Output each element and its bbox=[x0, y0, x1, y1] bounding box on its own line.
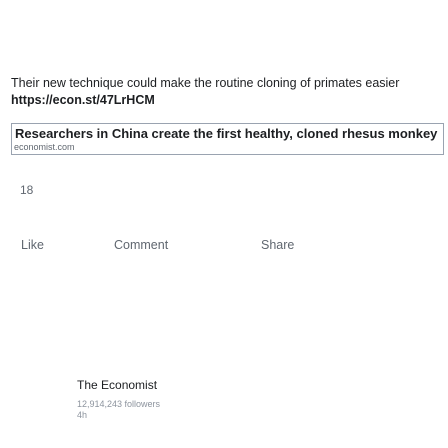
like-button[interactable]: Like bbox=[21, 238, 44, 252]
post-body: Their new technique could make the routi… bbox=[11, 76, 400, 90]
post-text: Their new technique could make the routi… bbox=[11, 75, 445, 109]
author-followers: 12,914,243 followers bbox=[77, 399, 161, 409]
post-link[interactable]: https://econ.st/47LrHCM bbox=[11, 92, 445, 109]
comment-button[interactable]: Comment bbox=[114, 238, 168, 252]
link-preview-domain: economist.com bbox=[14, 142, 75, 152]
share-button[interactable]: Share bbox=[261, 238, 294, 252]
author-block: The Economist 12,914,243 followers 4h bbox=[77, 377, 160, 421]
post-timestamp[interactable]: 4h bbox=[77, 410, 160, 421]
author-name[interactable]: The Economist bbox=[77, 377, 160, 393]
reaction-count[interactable]: 18 bbox=[20, 183, 33, 197]
link-preview-card[interactable]: Researchers in China create the first he… bbox=[11, 123, 444, 155]
link-preview-title[interactable]: Researchers in China create the first he… bbox=[15, 126, 437, 141]
